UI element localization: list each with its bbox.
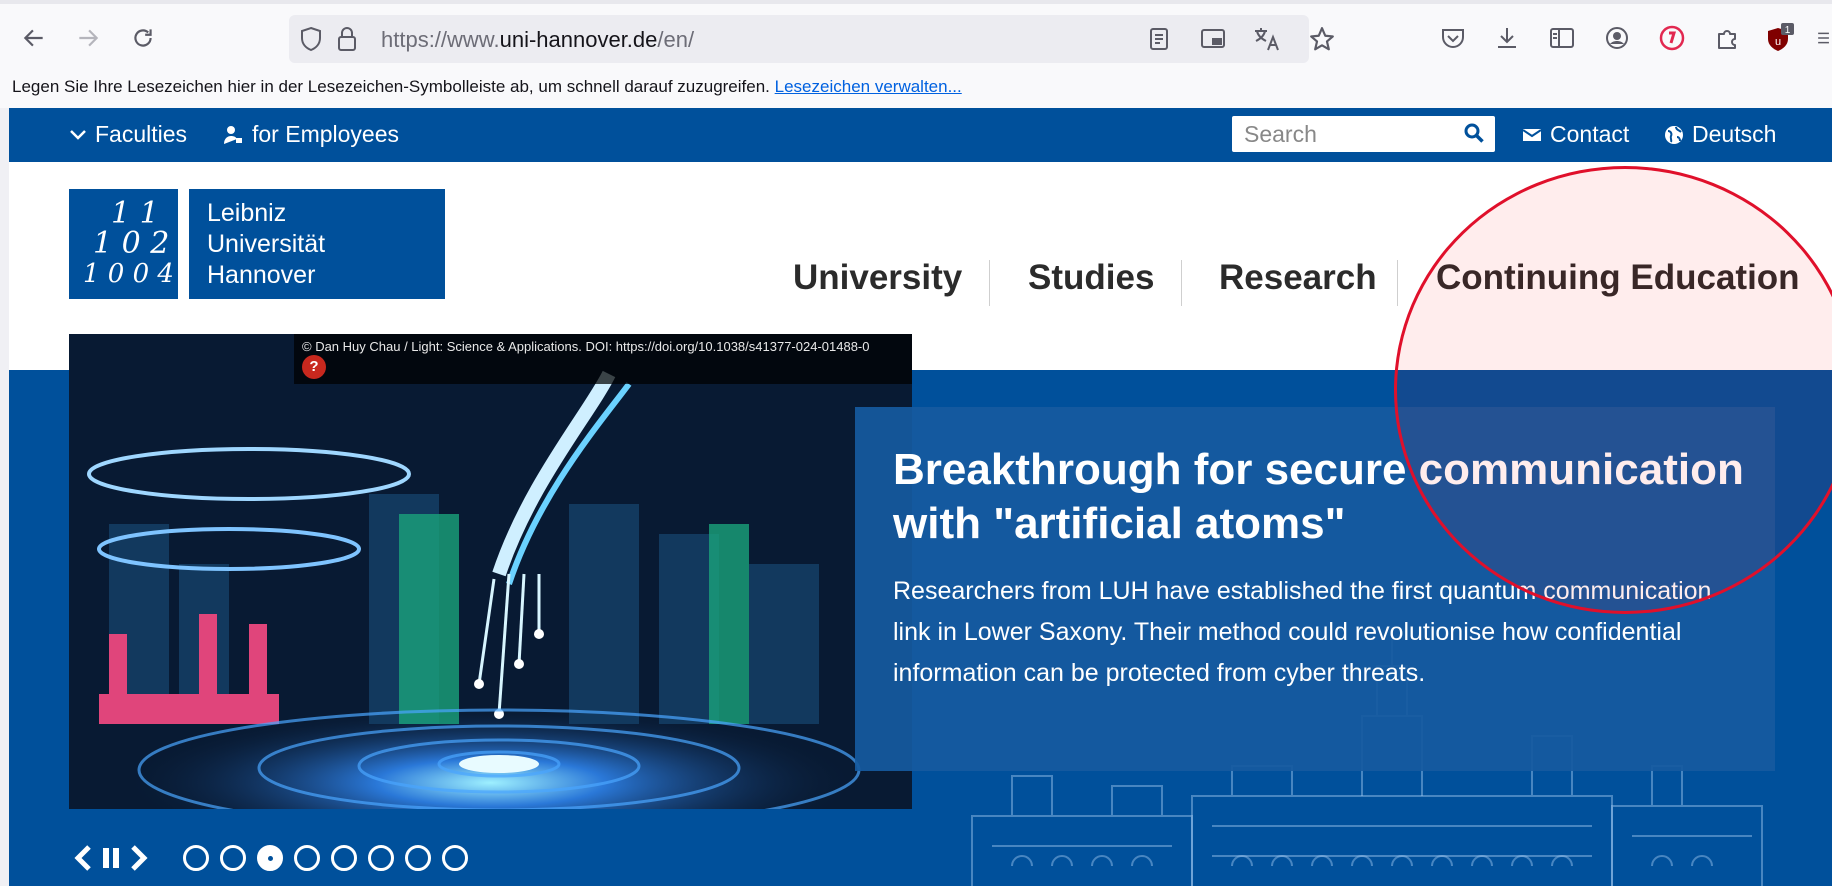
extensions-puzzle-icon[interactable] <box>1711 22 1743 54</box>
slide-dot-3[interactable] <box>257 845 283 871</box>
bookmarks-hint-text: Legen Sie Ihre Lesezeichen hier in der L… <box>12 77 770 96</box>
slide-dot-6[interactable] <box>368 845 394 871</box>
back-button[interactable] <box>16 20 52 56</box>
credit-text: © Dan Huy Chau / Light: Science & Applic… <box>302 339 870 354</box>
contact-label: Contact <box>1550 121 1630 147</box>
back-arrow-icon <box>23 29 43 47</box>
slide-dot-7[interactable] <box>405 845 431 871</box>
bookmark-star-icon[interactable] <box>1308 25 1336 53</box>
nav-studies[interactable]: Studies <box>1028 258 1154 298</box>
language-label: Deutsch <box>1692 121 1777 147</box>
sidebar-icon[interactable] <box>1546 22 1578 54</box>
forward-arrow-icon <box>79 29 99 47</box>
pause-button[interactable] <box>97 841 125 875</box>
web-page: Faculties for Employees Contact Deutsch … <box>9 108 1832 886</box>
previous-slide-button[interactable] <box>69 841 97 875</box>
slide-dot-5[interactable] <box>331 845 357 871</box>
teaser-text: Researchers from LUH have established th… <box>893 577 1712 687</box>
shield-icon[interactable] <box>297 25 325 53</box>
picture-in-picture-icon[interactable] <box>1199 25 1227 53</box>
search-input[interactable] <box>1232 116 1442 152</box>
employees-link[interactable]: for Employees <box>222 121 399 148</box>
contact-link[interactable]: Contact <box>1522 121 1629 148</box>
downloads-icon[interactable] <box>1491 22 1523 54</box>
lock-icon[interactable] <box>333 25 361 53</box>
forward-button[interactable] <box>70 20 106 56</box>
search-box <box>1232 116 1495 152</box>
nav-divider <box>989 260 990 306</box>
faculties-label: Faculties <box>95 121 188 147</box>
chevron-right-icon <box>131 845 148 871</box>
extension-badge-icon[interactable]: ? <box>302 355 326 379</box>
employee-icon <box>224 125 242 144</box>
slider-controls <box>69 838 468 878</box>
quantum-city-illustration <box>69 334 912 809</box>
svg-text:u: u <box>1775 36 1781 48</box>
globe-icon <box>1665 125 1683 144</box>
slide-dot-2[interactable] <box>220 845 246 871</box>
slide-indicators <box>183 845 468 871</box>
language-switch[interactable]: Deutsch <box>1664 121 1776 148</box>
reader-view-icon[interactable] <box>1145 25 1173 53</box>
nav-continuing-education[interactable]: Continuing Education <box>1436 258 1800 298</box>
menu-icon[interactable] <box>1812 22 1832 54</box>
hero-image[interactable] <box>69 334 912 809</box>
nav-university[interactable]: University <box>793 258 962 298</box>
employees-label: for Employees <box>252 121 400 147</box>
translate-icon[interactable] <box>1253 25 1281 53</box>
bookmarks-toolbar: Legen Sie Ihre Lesezeichen hier in der L… <box>0 72 1832 108</box>
url-text[interactable]: https://www.uni-hannover.de/en/ <box>381 27 694 53</box>
manage-bookmarks-link[interactable]: Lesezeichen verwalten... <box>775 77 962 96</box>
pause-icon <box>103 848 119 868</box>
main-navigation: University Studies Research Continuing E… <box>9 248 1832 308</box>
search-icon[interactable] <box>1463 122 1485 150</box>
extension-red-icon[interactable] <box>1656 22 1688 54</box>
chevron-left-icon <box>74 845 91 871</box>
logo-mark-line1: 1 1 <box>111 196 159 231</box>
nav-research[interactable]: Research <box>1219 258 1377 298</box>
nav-divider <box>1181 260 1182 306</box>
next-slide-button[interactable] <box>125 841 153 875</box>
image-credit: © Dan Huy Chau / Light: Science & Applic… <box>294 334 912 384</box>
teaser-title[interactable]: Breakthrough for secure communication wi… <box>893 443 1753 551</box>
pocket-icon[interactable] <box>1437 22 1469 54</box>
chevron-down-icon <box>70 129 86 140</box>
ublock-icon[interactable]: u1 <box>1763 22 1795 54</box>
slide-dot-4[interactable] <box>294 845 320 871</box>
faculties-menu[interactable]: Faculties <box>69 121 187 148</box>
news-teaser[interactable]: Breakthrough for secure communication wi… <box>855 407 1775 771</box>
slide-dot-8[interactable] <box>442 845 468 871</box>
account-icon[interactable] <box>1601 22 1633 54</box>
svg-text:1: 1 <box>1785 25 1791 36</box>
slide-dot-1[interactable] <box>183 845 209 871</box>
url-bar[interactable]: https://www.uni-hannover.de/en/ <box>289 15 1334 63</box>
reload-icon <box>134 29 152 47</box>
mail-icon <box>1522 128 1542 141</box>
service-bar: Faculties for Employees Contact Deutsch <box>9 108 1832 162</box>
nav-divider <box>1397 260 1398 306</box>
browser-toolbar: https://www.uni-hannover.de/en/ u1 <box>0 0 1832 72</box>
logo-line1: Leibniz <box>207 199 287 227</box>
reload-button[interactable] <box>125 20 161 56</box>
